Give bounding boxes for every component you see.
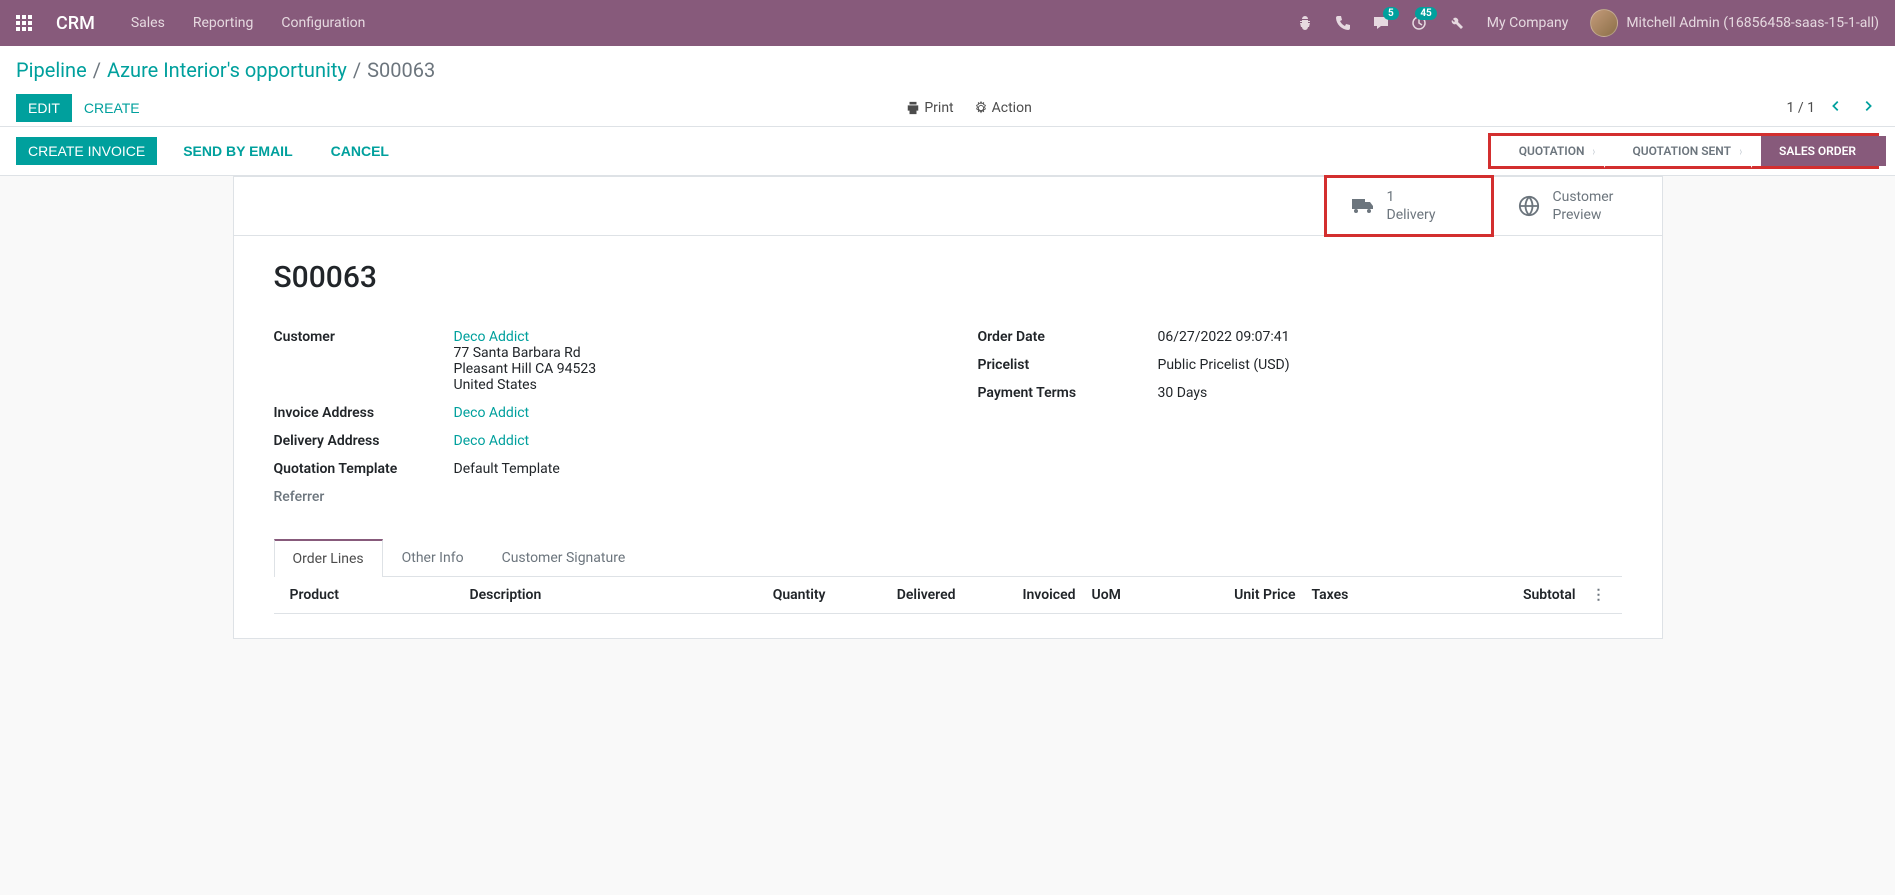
messages-badge: 5 bbox=[1383, 7, 1399, 20]
create-button[interactable]: CREATE bbox=[72, 94, 152, 122]
create-invoice-button[interactable]: CREATE INVOICE bbox=[16, 137, 157, 165]
invoice-address-label: Invoice Address bbox=[274, 405, 454, 421]
customer-label: Customer bbox=[274, 329, 454, 345]
pricelist-label: Pricelist bbox=[978, 357, 1158, 373]
customer-link[interactable]: Deco Addict bbox=[454, 329, 530, 345]
payment-terms-value: 30 Days bbox=[1158, 385, 1208, 401]
nav-menu-sales[interactable]: Sales bbox=[131, 15, 165, 31]
nav-menu-configuration[interactable]: Configuration bbox=[281, 15, 365, 31]
pricelist-value: Public Pricelist (USD) bbox=[1158, 357, 1290, 373]
tab-customer-signature[interactable]: Customer Signature bbox=[483, 539, 645, 577]
status-stages: QUOTATION QUOTATION SENT SALES ORDER bbox=[1488, 133, 1879, 169]
apps-icon[interactable] bbox=[16, 15, 32, 31]
activities-badge: 45 bbox=[1415, 7, 1436, 20]
company-switcher[interactable]: My Company bbox=[1487, 15, 1569, 31]
tabs: Order Lines Other Info Customer Signatur… bbox=[274, 539, 1622, 577]
top-navbar: CRM Sales Reporting Configuration 5 45 M… bbox=[0, 0, 1895, 46]
tools-icon[interactable] bbox=[1449, 15, 1465, 31]
activities-icon[interactable]: 45 bbox=[1411, 15, 1427, 31]
send-email-button[interactable]: SEND BY EMAIL bbox=[171, 137, 304, 165]
delivery-label: Delivery bbox=[1387, 206, 1436, 224]
delivery-stat-button[interactable]: 1 Delivery bbox=[1324, 175, 1494, 237]
globe-icon bbox=[1517, 195, 1541, 217]
nav-menu-reporting[interactable]: Reporting bbox=[193, 15, 254, 31]
th-description: Description bbox=[462, 587, 714, 603]
control-panel: Pipeline / Azure Interior's opportunity … bbox=[0, 46, 1895, 127]
th-uom: UoM bbox=[1084, 587, 1184, 603]
form-sheet: 1 Delivery Customer Preview S00063 Custo… bbox=[233, 176, 1663, 639]
user-menu[interactable]: Mitchell Admin (16856458-saas-15-1-all) bbox=[1590, 9, 1879, 37]
edit-button[interactable]: EDIT bbox=[16, 94, 72, 122]
breadcrumb-opportunity[interactable]: Azure Interior's opportunity bbox=[107, 58, 347, 82]
quotation-template-label: Quotation Template bbox=[274, 461, 454, 477]
th-unit-price: Unit Price bbox=[1184, 587, 1304, 603]
document-title: S00063 bbox=[274, 260, 1622, 295]
delivery-address-link[interactable]: Deco Addict bbox=[454, 433, 530, 449]
referrer-label: Referrer bbox=[274, 489, 454, 505]
pager-next[interactable] bbox=[1857, 95, 1879, 121]
customer-addr3: United States bbox=[454, 377, 597, 393]
th-more-icon[interactable]: ⋮ bbox=[1584, 587, 1614, 603]
status-row: CREATE INVOICE SEND BY EMAIL CANCEL QUOT… bbox=[0, 127, 1895, 176]
th-subtotal: Subtotal bbox=[1464, 587, 1584, 603]
messages-icon[interactable]: 5 bbox=[1373, 15, 1389, 31]
pager-prev[interactable] bbox=[1825, 95, 1847, 121]
stage-quotation[interactable]: QUOTATION bbox=[1491, 136, 1605, 166]
th-invoiced: Invoiced bbox=[964, 587, 1084, 603]
customer-addr1: 77 Santa Barbara Rd bbox=[454, 345, 597, 361]
order-lines-header: Product Description Quantity Delivered I… bbox=[274, 577, 1622, 614]
tab-other-info[interactable]: Other Info bbox=[383, 539, 483, 577]
delivery-address-label: Delivery Address bbox=[274, 433, 454, 449]
customer-preview-button[interactable]: Customer Preview bbox=[1492, 177, 1662, 235]
print-button[interactable]: Print bbox=[906, 100, 953, 116]
tab-order-lines[interactable]: Order Lines bbox=[274, 539, 383, 577]
brand-title[interactable]: CRM bbox=[56, 13, 95, 34]
customer-addr2: Pleasant Hill CA 94523 bbox=[454, 361, 597, 377]
stage-quotation-sent[interactable]: QUOTATION SENT bbox=[1604, 136, 1751, 166]
th-product: Product bbox=[282, 587, 462, 603]
th-delivered: Delivered bbox=[834, 587, 964, 603]
cancel-button[interactable]: CANCEL bbox=[319, 137, 401, 165]
invoice-address-link[interactable]: Deco Addict bbox=[454, 405, 530, 421]
avatar bbox=[1590, 9, 1618, 37]
breadcrumb-pipeline[interactable]: Pipeline bbox=[16, 58, 87, 82]
order-date-value: 06/27/2022 09:07:41 bbox=[1158, 329, 1290, 345]
delivery-count: 1 bbox=[1387, 188, 1436, 206]
stage-sales-order[interactable]: SALES ORDER bbox=[1751, 136, 1876, 166]
phone-icon[interactable] bbox=[1335, 15, 1351, 31]
action-button[interactable]: Action bbox=[974, 100, 1032, 116]
payment-terms-label: Payment Terms bbox=[978, 385, 1158, 401]
quotation-template-value: Default Template bbox=[454, 461, 560, 477]
pager: 1 / 1 bbox=[1787, 95, 1879, 121]
truck-icon bbox=[1351, 195, 1375, 217]
th-quantity: Quantity bbox=[714, 587, 834, 603]
breadcrumb-current: S00063 bbox=[367, 58, 435, 82]
th-taxes: Taxes bbox=[1304, 587, 1464, 603]
pager-text: 1 / 1 bbox=[1787, 100, 1815, 116]
breadcrumb: Pipeline / Azure Interior's opportunity … bbox=[16, 58, 1879, 82]
bug-icon[interactable] bbox=[1297, 15, 1313, 31]
order-date-label: Order Date bbox=[978, 329, 1158, 345]
user-name: Mitchell Admin (16856458-saas-15-1-all) bbox=[1626, 15, 1879, 31]
